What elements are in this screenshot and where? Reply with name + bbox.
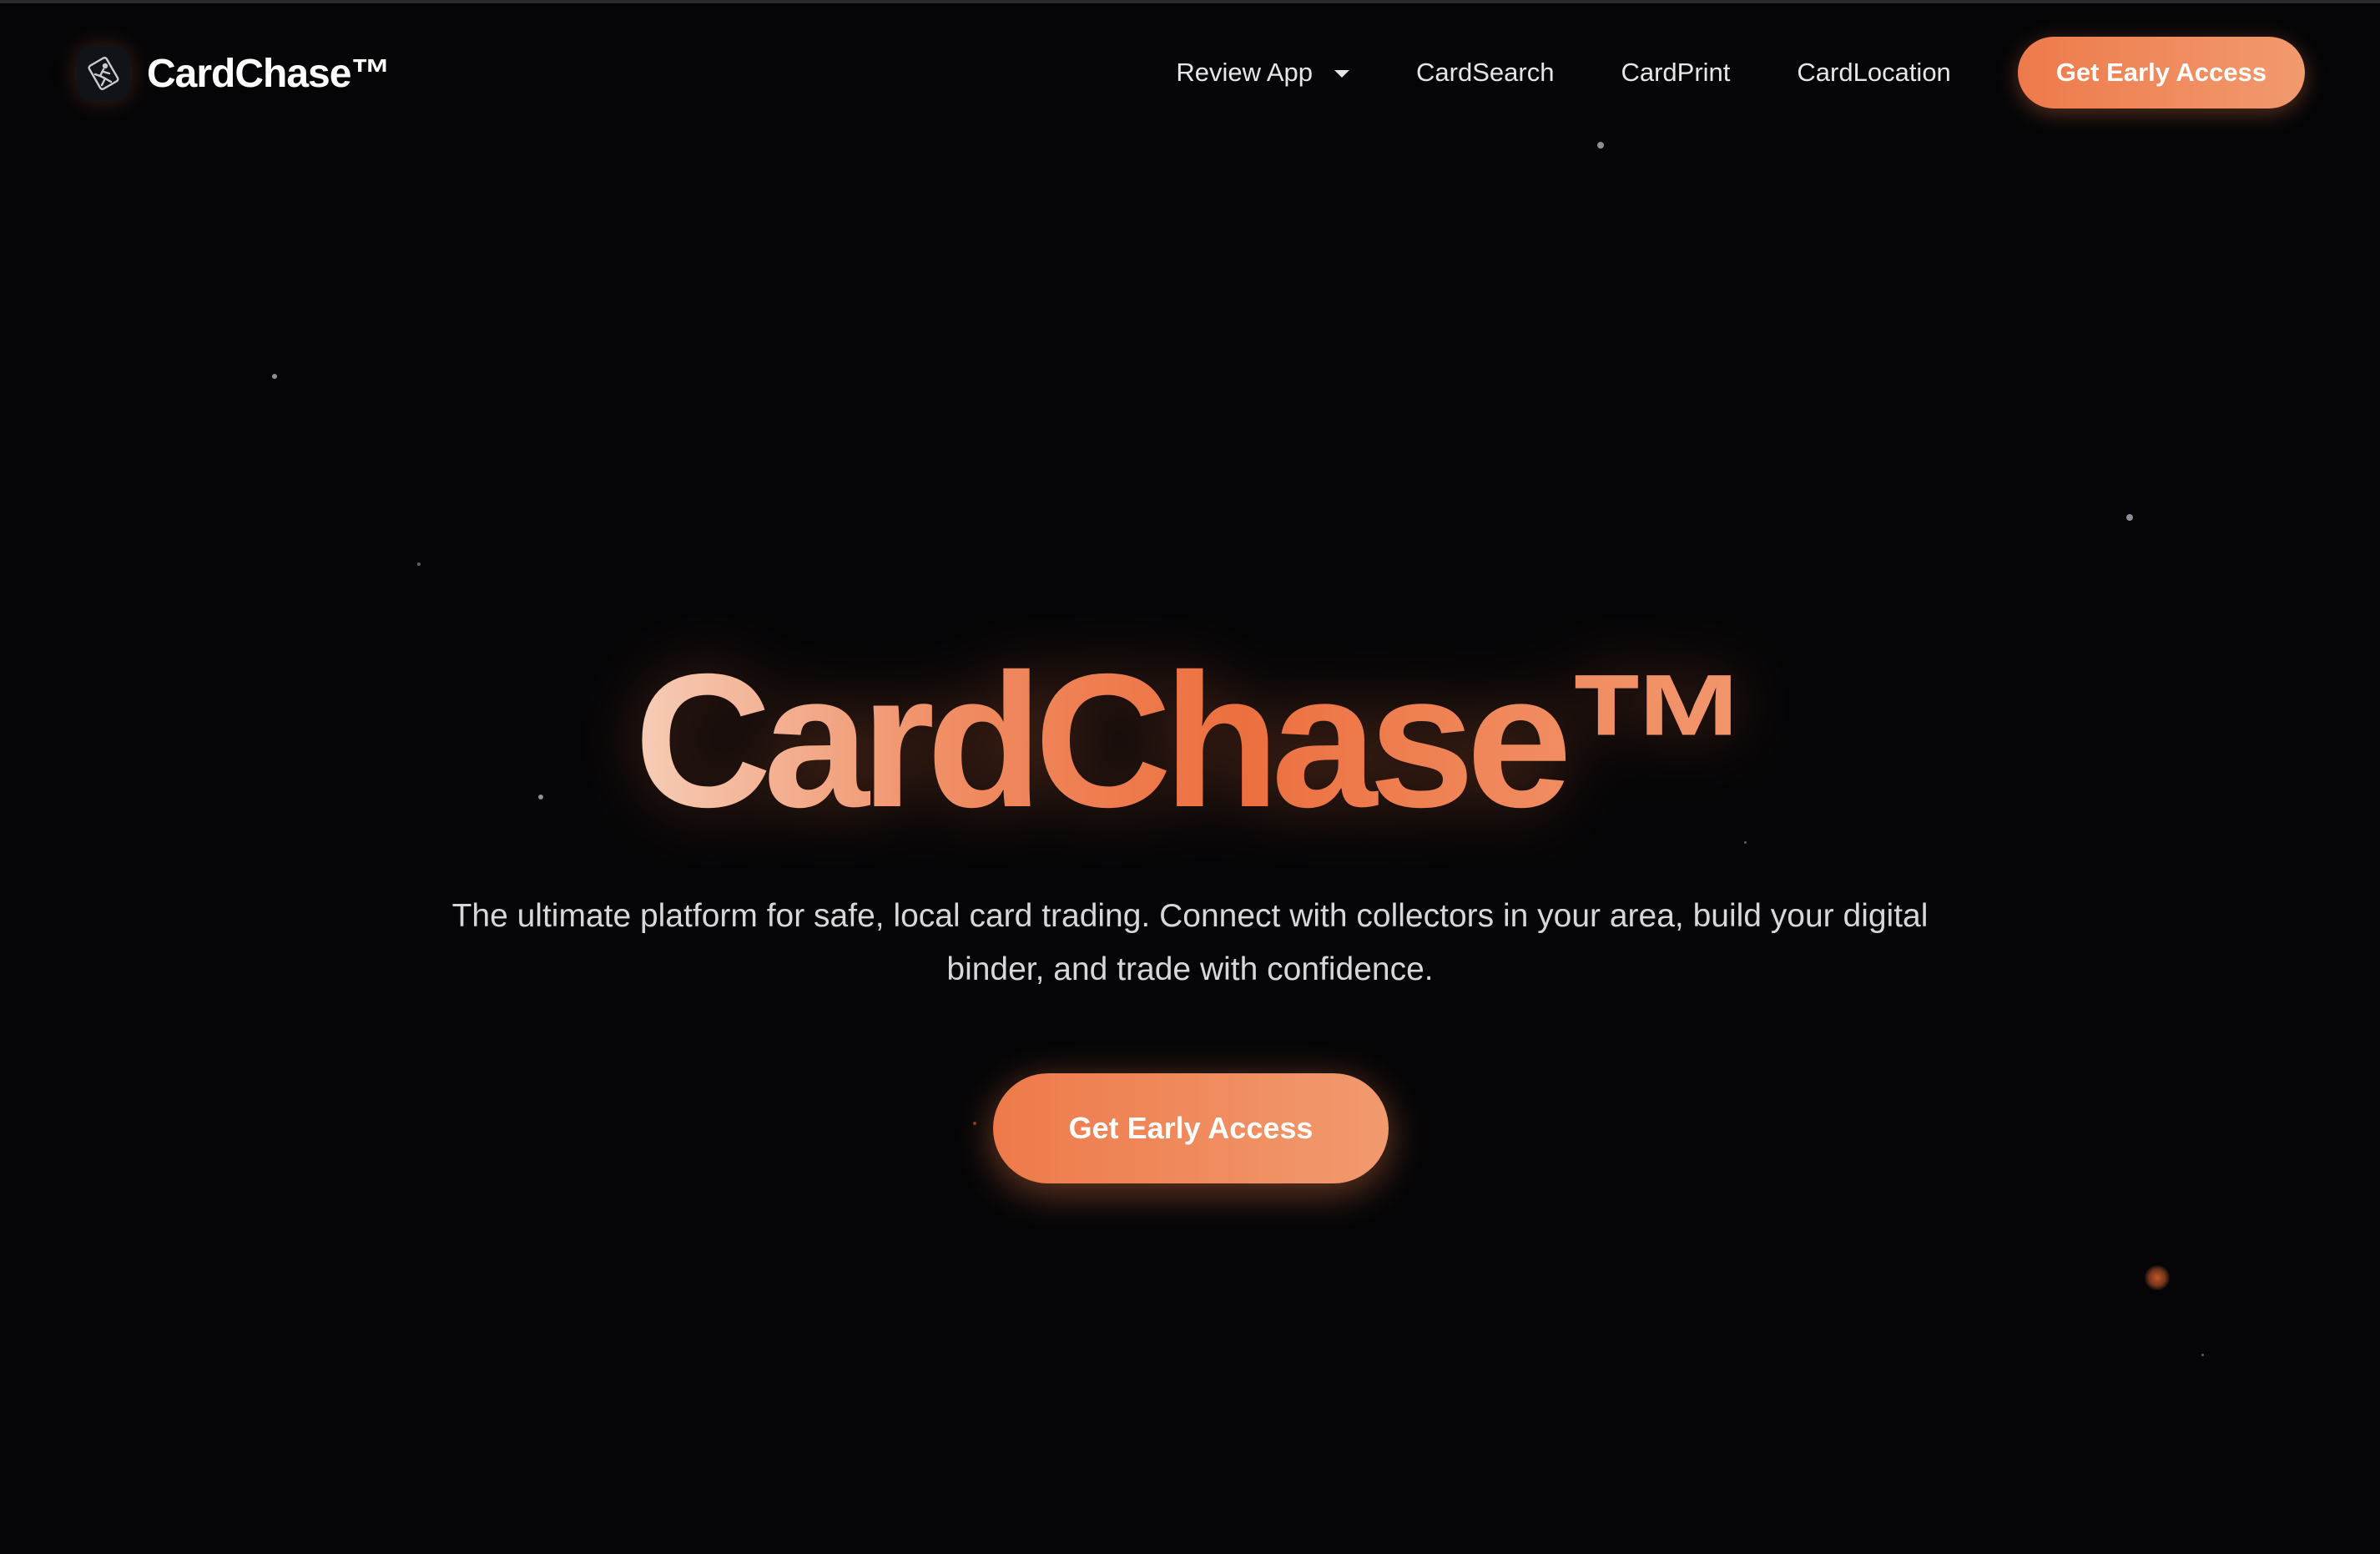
nav-link-cardsearch[interactable]: CardSearch	[1416, 58, 1554, 88]
brand-name: CardChase™	[147, 51, 391, 96]
hero-title-text: CardChase™	[634, 635, 1754, 847]
nav-link-review-app[interactable]: Review App	[1176, 58, 1350, 88]
star-decoration	[973, 1122, 976, 1125]
nav-link-label: Review App	[1176, 58, 1314, 87]
brand-logo[interactable]: CardChase™	[77, 47, 391, 100]
top-navigation: CardChase™ Review App CardSearch CardPri…	[0, 3, 2380, 145]
nav-early-access-button[interactable]: Get Early Access	[2017, 37, 2305, 108]
landing-page: CardChase™ Review App CardSearch CardPri…	[0, 0, 2380, 1554]
nav-links: Review App CardSearch CardPrint CardLoca…	[1176, 37, 2305, 108]
star-decoration	[272, 374, 277, 379]
hero-early-access-button[interactable]: Get Early Access	[993, 1073, 1389, 1183]
hero-subtitle: The ultimate platform for safe, local ca…	[451, 898, 1929, 987]
hero-title: CardChase™	[0, 646, 2380, 836]
glow-particle	[2145, 1265, 2170, 1290]
caret-down-icon	[1334, 69, 1350, 78]
star-decoration	[2201, 1354, 2204, 1356]
nav-link-cardlocation[interactable]: CardLocation	[1797, 58, 1950, 88]
star-decoration	[417, 563, 421, 566]
nav-link-cardprint[interactable]: CardPrint	[1621, 58, 1730, 88]
star-decoration	[2126, 514, 2133, 521]
card-runner-icon	[77, 47, 130, 100]
